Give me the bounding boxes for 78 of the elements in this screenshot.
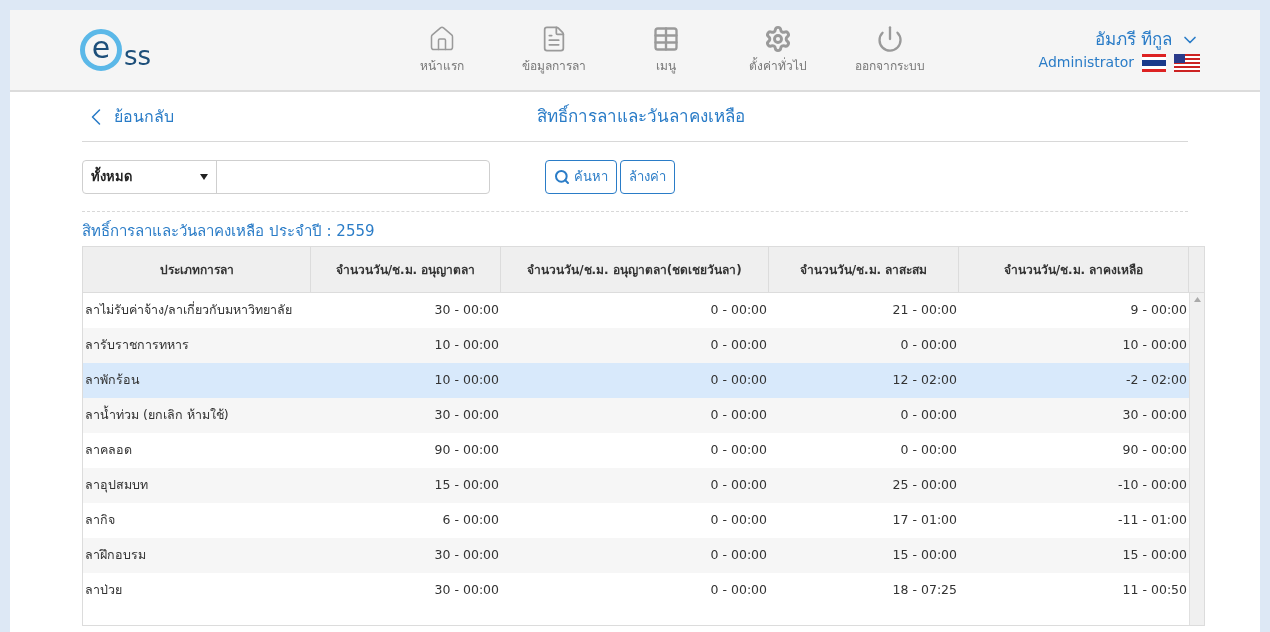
table-cell: 0 - 00:00	[900, 406, 957, 425]
table-cell: 15 - 00:00	[1122, 546, 1187, 565]
column-header: ประเภทการลา	[83, 247, 311, 292]
search-button[interactable]: ค้นหา	[545, 159, 617, 194]
table-cell: 90 - 00:00	[434, 441, 499, 460]
back-button[interactable]: ย้อนกลับ	[82, 102, 174, 131]
column-header: จำนวนวัน/ช.ม. อนุญาตลา(ชดเชยวันลา)	[501, 247, 769, 292]
table-cell: 10 - 00:00	[1122, 336, 1187, 355]
table-cell: 25 - 00:00	[892, 476, 957, 495]
table-cell: ลาอุปสมบท	[85, 476, 148, 495]
table-cell: 6 - 00:00	[442, 511, 499, 530]
column-header: จำนวนวัน/ช.ม. ลาคงเหลือ	[959, 247, 1189, 292]
table-cell: 0 - 00:00	[710, 546, 767, 565]
logo-text: ss	[124, 43, 152, 69]
table-cell: 0 - 00:00	[900, 336, 957, 355]
table-cell: ลาไม่รับค่าจ้าง/ลาเกี่ยวกับมหาวิทยาลัย	[85, 301, 293, 320]
scrollbar[interactable]	[1189, 293, 1204, 625]
nav-item[interactable]: ตั้งค่าทั่วไป	[726, 25, 830, 75]
table-row[interactable]: ลารับราชการทหาร 10 - 00:00 0 - 00:00 0 - 00:00 10 - 00:00	[83, 328, 1189, 363]
nav-item[interactable]: ข้อมูลการลา	[502, 25, 606, 75]
table-cell: 30 - 00:00	[434, 406, 499, 425]
search-icon	[554, 168, 570, 185]
logo-letter: e	[91, 33, 111, 63]
table-cell: 17 - 01:00	[892, 511, 957, 530]
scroll-up-icon[interactable]	[1193, 297, 1201, 302]
table-cell: 0 - 00:00	[710, 336, 767, 355]
table-cell: ลากิจ	[85, 511, 115, 530]
table-cell: ลาป่วย	[85, 581, 122, 600]
table-cell: 10 - 00:00	[434, 336, 499, 355]
table-cell: 15 - 00:00	[892, 546, 957, 565]
column-header: จำนวนวัน/ช.ม. ลาสะสม	[769, 247, 959, 292]
column-header: จำนวนวัน/ช.ม. อนุญาตลา	[311, 247, 501, 292]
table-cell: ลาพักร้อน	[85, 371, 140, 390]
grid-icon	[652, 25, 680, 53]
table-cell: ลาคลอด	[85, 441, 132, 460]
table-cell: -11 - 01:00	[1118, 511, 1187, 530]
table-cell: 21 - 00:00	[892, 301, 957, 320]
nav-item[interactable]: ออกจากระบบ	[838, 25, 942, 75]
table-cell: 11 - 00:50	[1122, 581, 1187, 600]
table-cell: ลาน้ำท่วม (ยกเลิก ห้ามใช้)	[85, 406, 229, 425]
table-cell: 0 - 00:00	[710, 301, 767, 320]
table-cell: 0 - 00:00	[710, 406, 767, 425]
user-role: Administrator	[1038, 53, 1134, 73]
table-row[interactable]: ลาน้ำท่วม (ยกเลิก ห้ามใช้) 30 - 00:00 0 - 00:00 0 - 00:00 30 - 00:00	[83, 398, 1189, 433]
table-cell: -2 - 02:00	[1126, 371, 1187, 390]
table-cell: ลาฝึกอบรม	[85, 546, 146, 565]
table-cell: 18 - 07:25	[892, 581, 957, 600]
table-cell: ลารับราชการทหาร	[85, 336, 189, 355]
table-cell: 30 - 00:00	[434, 546, 499, 565]
table-cell: -10 - 00:00	[1118, 476, 1187, 495]
table-cell: 30 - 00:00	[434, 301, 499, 320]
section-title: สิทธิ์การลาและวันลาคงเหลือ ประจำปี : 2559	[82, 219, 375, 242]
nav-item[interactable]: หน้าแรก	[390, 25, 494, 75]
table-row[interactable]: ลาพักร้อน 10 - 00:00 0 - 00:00 12 - 02:00 -2 - 02:00	[83, 363, 1189, 398]
flag-icon[interactable]	[1174, 53, 1200, 72]
nav-item[interactable]: เมนู	[614, 25, 718, 75]
table-cell: 0 - 00:00	[710, 371, 767, 390]
user-name[interactable]: อัมภรี ทีกูล	[1094, 26, 1172, 53]
power-icon	[876, 25, 904, 53]
table-cell: 30 - 00:00	[1122, 406, 1187, 425]
table-row[interactable]: ลาฝึกอบรม 30 - 00:00 0 - 00:00 15 - 00:00 15 - 00:00	[83, 538, 1189, 573]
table-cell: 0 - 00:00	[710, 476, 767, 495]
table-cell: 30 - 00:00	[434, 581, 499, 600]
settings-icon	[764, 25, 792, 53]
table-cell: 9 - 00:00	[1130, 301, 1187, 320]
table-cell: 15 - 00:00	[434, 476, 499, 495]
clear-button[interactable]: ล้างค่า	[620, 159, 675, 194]
table-cell: 10 - 00:00	[434, 371, 499, 390]
table-cell: 0 - 00:00	[900, 441, 957, 460]
table-row[interactable]: ลาอุปสมบท 15 - 00:00 0 - 00:00 25 - 00:00 -10 - 00:00	[83, 468, 1189, 503]
table-cell: 90 - 00:00	[1122, 441, 1187, 460]
page-title: สิทธิ์การลาและวันลาคงเหลือ	[537, 103, 745, 128]
table-cell: 12 - 02:00	[892, 371, 957, 390]
house-icon	[428, 25, 456, 53]
table-cell: 0 - 00:00	[710, 511, 767, 530]
table-cell: 0 - 00:00	[710, 441, 767, 460]
table-cell: 0 - 00:00	[710, 581, 767, 600]
flag-icon[interactable]	[1142, 53, 1166, 72]
